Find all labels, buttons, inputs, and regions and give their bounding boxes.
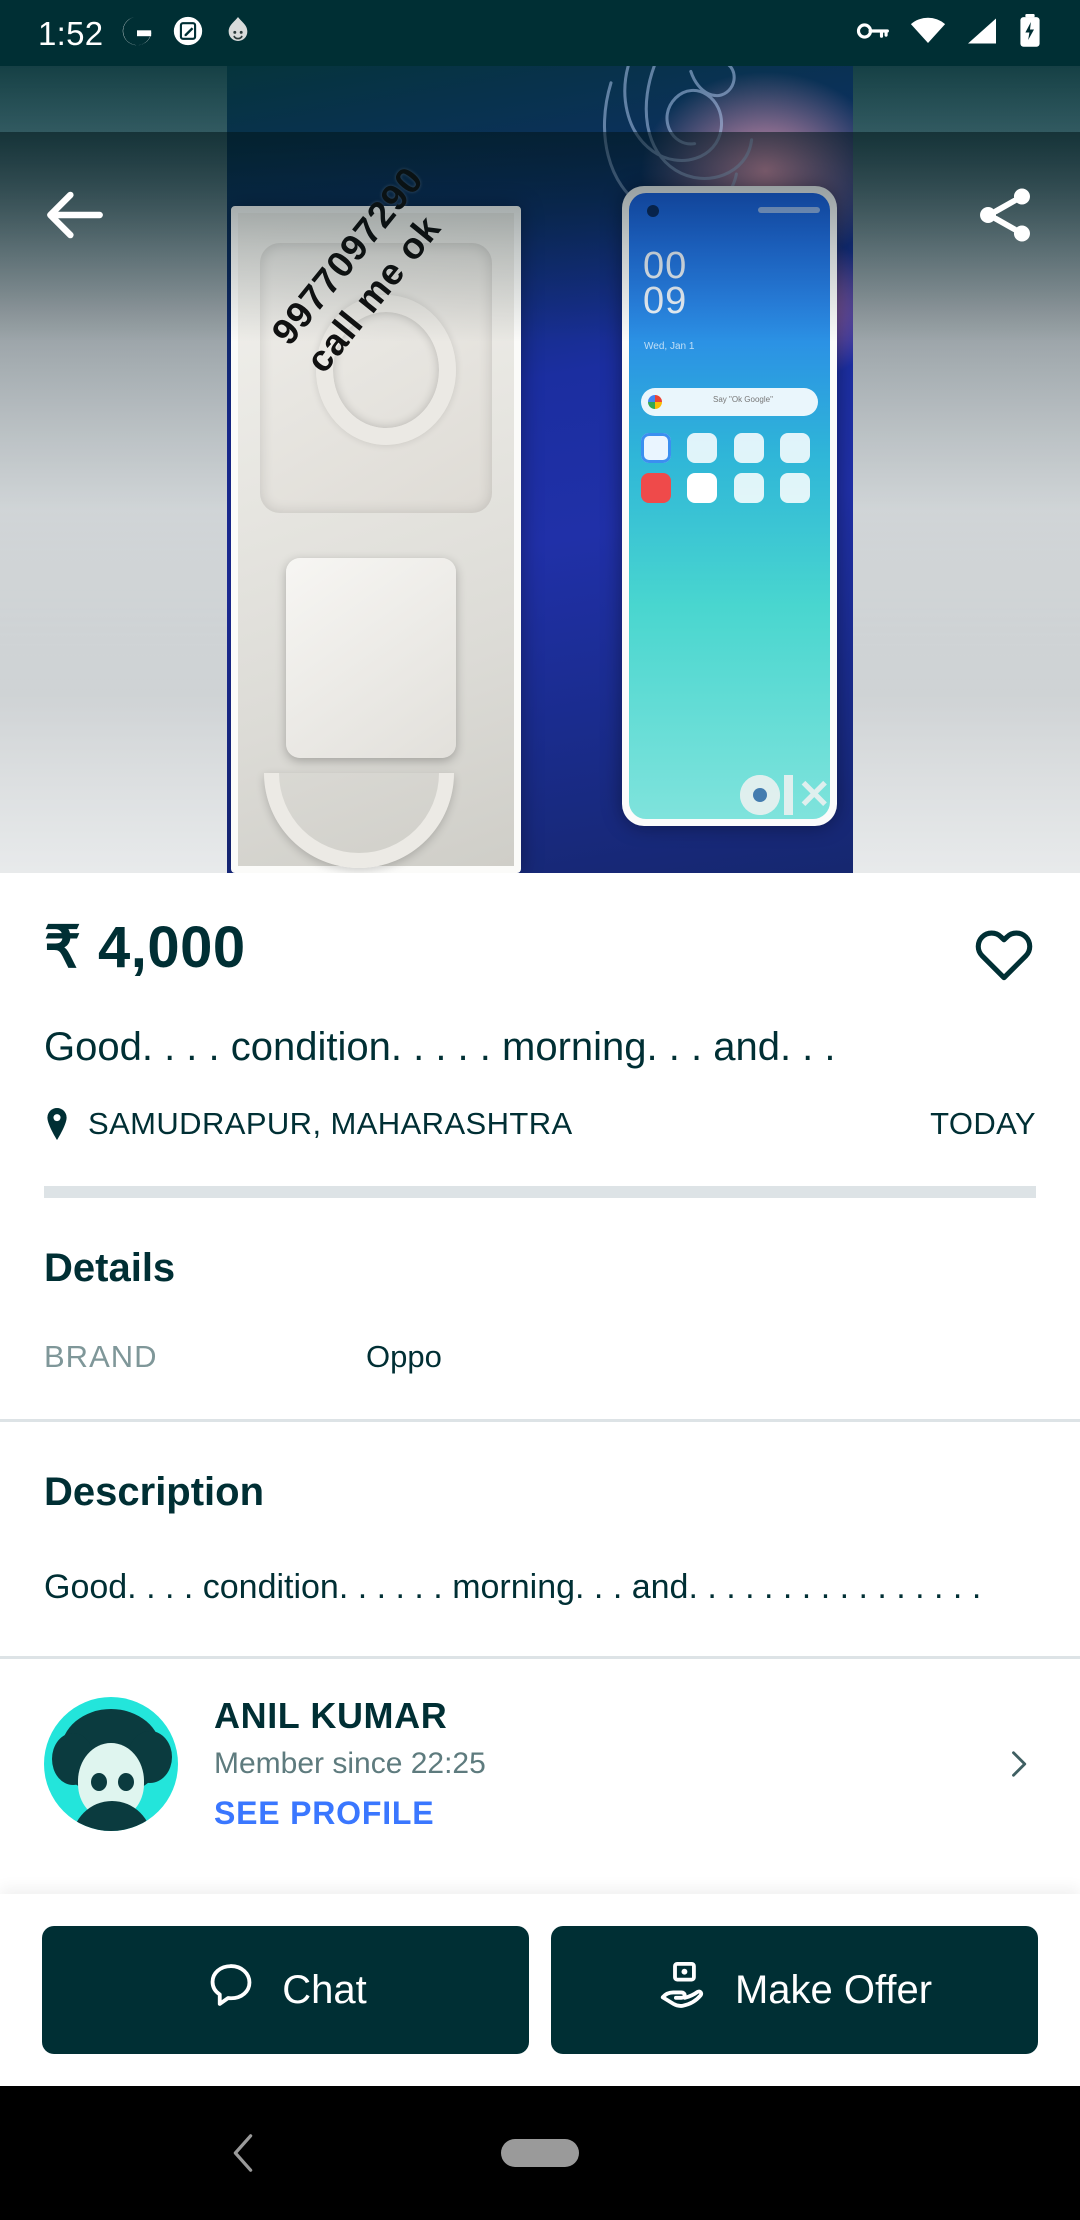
hand-offer-icon (657, 1958, 711, 2022)
olx-l-glyph (784, 775, 794, 815)
olx-watermark-logo: ✕ (740, 775, 831, 815)
listing-summary: ₹ 4,000 Good. . . . condition. . . . . m… (0, 873, 1080, 1198)
phone-clock: 00 09 (643, 245, 688, 322)
back-arrow-icon[interactable] (38, 178, 112, 252)
listing-photo[interactable]: 00 09 Wed, Jan 1 Say "Ok Google" ✕ 99770… (227, 66, 853, 873)
phone-search-hint: Say "Ok Google" (713, 395, 773, 404)
see-profile-link[interactable]: SEE PROFILE (214, 1795, 990, 1832)
system-navigation-bar (0, 2086, 1080, 2220)
listing-date: TODAY (930, 1105, 1036, 1141)
listing-location: SAMUDRAPUR, MAHARASHTRA (88, 1105, 573, 1141)
olx-x-glyph: ✕ (797, 773, 831, 817)
cellular-signal-icon (966, 17, 998, 50)
phone-app-icon (733, 433, 764, 463)
phone-app-icon (641, 433, 671, 463)
share-icon[interactable] (968, 178, 1042, 252)
details-section: Details BRAND Oppo (0, 1198, 1080, 1419)
vpn-key-icon (856, 18, 890, 49)
seller-info: ANIL KUMAR Member since 22:25 SEE PROFIL… (214, 1695, 990, 1832)
status-bar-clock: 1:52 (38, 14, 104, 52)
listing-content: ₹ 4,000 Good. . . . condition. . . . . m… (0, 873, 1080, 1833)
description-section: Description Good. . . . condition. . . .… (0, 1422, 1080, 1656)
phone-screen: 00 09 Wed, Jan 1 Say "Ok Google" (629, 193, 830, 819)
description-heading: Description (44, 1469, 265, 1514)
battery-charging-icon (1018, 13, 1042, 53)
details-heading: Details (44, 1245, 176, 1290)
heart-outline-icon[interactable] (972, 923, 1036, 987)
avatar-eye-right (118, 1772, 134, 1791)
phone-app-grid (641, 433, 818, 503)
wifi-icon (910, 17, 946, 50)
status-bar: 1:52 (0, 0, 1080, 66)
listing-price: ₹ 4,000 (44, 915, 246, 980)
location-row: SAMUDRAPUR, MAHARASHTRA TODAY (44, 1106, 1036, 1142)
charger-adapter (286, 558, 456, 758)
make-offer-button[interactable]: Make Offer (551, 1926, 1038, 2054)
price-row: ₹ 4,000 (44, 873, 1036, 987)
make-offer-button-label: Make Offer (734, 1967, 933, 2012)
chat-bubble-icon (204, 1958, 258, 2022)
seller-member-since: Member since 22:25 (214, 1747, 486, 1781)
phone-app-icon (733, 473, 764, 503)
nav-home-pill-icon[interactable] (501, 2139, 579, 2167)
phone-punchhole-camera (647, 205, 659, 217)
olx-o-glyph (740, 775, 781, 815)
nav-back-icon[interactable] (228, 2132, 258, 2174)
status-bar-left: 1:52 (0, 14, 254, 53)
phone-app-icon (687, 433, 718, 463)
bottom-action-bar: Chat Make Offer (0, 1894, 1080, 2086)
listing-title: Good. . . . condition. . . . . morning. … (44, 1025, 836, 1069)
phone-search-bar: Say "Ok Google" (641, 388, 818, 416)
app-screen: 1:52 00 09 Wed, Jan 1 Say "Ok Google" ✕ … (0, 0, 1080, 2220)
avatar-eye-left (91, 1772, 107, 1791)
seller-name: ANIL KUMAR (214, 1695, 448, 1737)
phone-app-icon (687, 473, 718, 503)
phone-app-icon (641, 473, 671, 503)
status-bar-right (856, 13, 1080, 53)
chat-button-label: Chat (282, 1967, 367, 2012)
google-g-icon (120, 14, 154, 53)
phone-statusbar (758, 207, 820, 213)
phone-date: Wed, Jan 1 (644, 341, 695, 352)
detail-attribute-row: BRAND Oppo (44, 1339, 1036, 1375)
screenshot-edit-icon (171, 14, 205, 53)
seller-card[interactable]: ANIL KUMAR Member since 22:25 SEE PROFIL… (0, 1659, 1080, 1832)
chat-button[interactable]: Chat (42, 1926, 529, 2054)
user-avatar-icon (44, 1696, 178, 1831)
listing-image-gallery[interactable]: 00 09 Wed, Jan 1 Say "Ok Google" ✕ 99770… (0, 66, 1080, 873)
description-text: Good. . . . condition. . . . . . morning… (44, 1567, 982, 1606)
phone-device: 00 09 Wed, Jan 1 Say "Ok Google" (622, 186, 837, 826)
detail-attribute-value: Oppo (366, 1338, 442, 1374)
section-divider (44, 1185, 1036, 1198)
flame-smiley-icon (222, 14, 254, 53)
location-pin-icon (44, 1107, 70, 1140)
chevron-right-icon[interactable] (1000, 1746, 1036, 1782)
phone-app-icon (779, 433, 810, 463)
phone-app-icon (779, 473, 810, 503)
usb-cable (264, 773, 454, 868)
detail-attribute-key: BRAND (44, 1338, 158, 1374)
